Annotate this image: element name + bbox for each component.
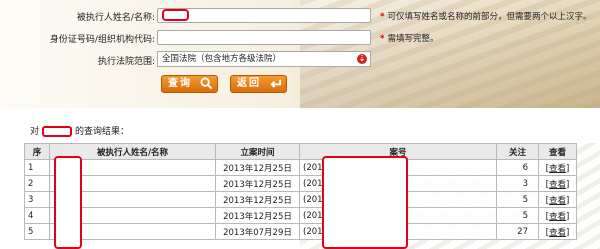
cell-date: 2013年07月29日 <box>215 223 300 240</box>
id-input[interactable] <box>157 30 371 45</box>
redaction-mark <box>162 9 189 21</box>
back-button-label: 返回 <box>237 78 261 89</box>
name-hint: * 可仅填写姓名或名称的前部分，但需要两个以上汉字。 <box>380 12 592 22</box>
search-button-label: 查询 <box>168 78 192 89</box>
id-hint: * 需填写完整。 <box>380 34 439 44</box>
cell-date: 2013年12月25日 <box>215 159 300 176</box>
cell-no: 2 <box>24 175 50 192</box>
results-suffix: 的查询结果： <box>75 127 130 137</box>
cell-follow: 5 <box>496 207 539 224</box>
search-icon <box>200 77 213 90</box>
cell-follow: 3 <box>496 175 539 192</box>
results-table: 序 被执行人姓名/名称 立案时间 案号 关注 查看 1 2013年12月25日 … <box>24 143 577 240</box>
court-select-value: 全国法院（包含地方各级法院） <box>162 54 282 64</box>
return-arrow-icon <box>270 79 282 88</box>
redaction-mark <box>54 156 82 249</box>
cell-view: [查看] <box>538 159 577 176</box>
view-link[interactable]: [查看] <box>546 164 570 174</box>
cell-view: [查看] <box>538 223 577 240</box>
view-link[interactable]: [查看] <box>546 212 570 222</box>
cell-view: [查看] <box>538 175 577 192</box>
cell-no: 3 <box>24 191 50 208</box>
name-input[interactable] <box>157 8 371 23</box>
search-button[interactable]: 查询 <box>161 75 218 93</box>
redaction-mark <box>322 156 408 249</box>
header-view: 查看 <box>538 143 577 160</box>
view-link[interactable]: [查看] <box>546 228 570 238</box>
court-select[interactable]: 全国法院（包含地方各级法院） ⇣ <box>157 51 371 67</box>
table-row: 3 2013年12月25日 (2014 5 [查看] <box>24 191 577 208</box>
table-row: 5 2013年07月29日 (2013 27 [查看] <box>24 223 577 240</box>
redaction-mark <box>42 126 73 137</box>
cell-follow: 5 <box>496 191 539 208</box>
name-label: 被执行人姓名/名称: <box>76 13 155 23</box>
dropdown-arrow-icon[interactable]: ⇣ <box>357 54 367 64</box>
table-row: 4 2013年12月25日 (2014 5 [查看] <box>24 207 577 224</box>
table-header-row: 序 被执行人姓名/名称 立案时间 案号 关注 查看 <box>24 143 577 160</box>
results-caption: 对 的查询结果： <box>30 124 129 137</box>
back-button[interactable]: 返回 <box>230 75 287 93</box>
cell-date: 2013年12月25日 <box>215 207 300 224</box>
header-no: 序 <box>24 143 50 160</box>
results-prefix: 对 <box>30 127 40 137</box>
id-label: 身份证号码/组织机构代码: <box>49 35 155 45</box>
cell-date: 2013年12月25日 <box>215 191 300 208</box>
view-link[interactable]: [查看] <box>546 196 570 206</box>
header-date: 立案时间 <box>215 143 300 160</box>
cell-view: [查看] <box>538 191 577 208</box>
cell-no: 5 <box>24 223 50 240</box>
cell-no: 1 <box>24 159 50 176</box>
table-row: 2 2013年12月25日 (2014 3 [查看] <box>24 175 577 192</box>
cell-view: [查看] <box>538 207 577 224</box>
header-follow: 关注 <box>496 143 539 160</box>
cell-no: 4 <box>24 207 50 224</box>
court-label: 执行法院范围: <box>97 57 155 67</box>
view-link[interactable]: [查看] <box>546 180 570 190</box>
cell-follow: 27 <box>496 223 539 240</box>
table-row: 1 2013年12月25日 (2014 6 [查看] <box>24 159 577 176</box>
cell-follow: 6 <box>496 159 539 176</box>
cell-date: 2013年12月25日 <box>215 175 300 192</box>
